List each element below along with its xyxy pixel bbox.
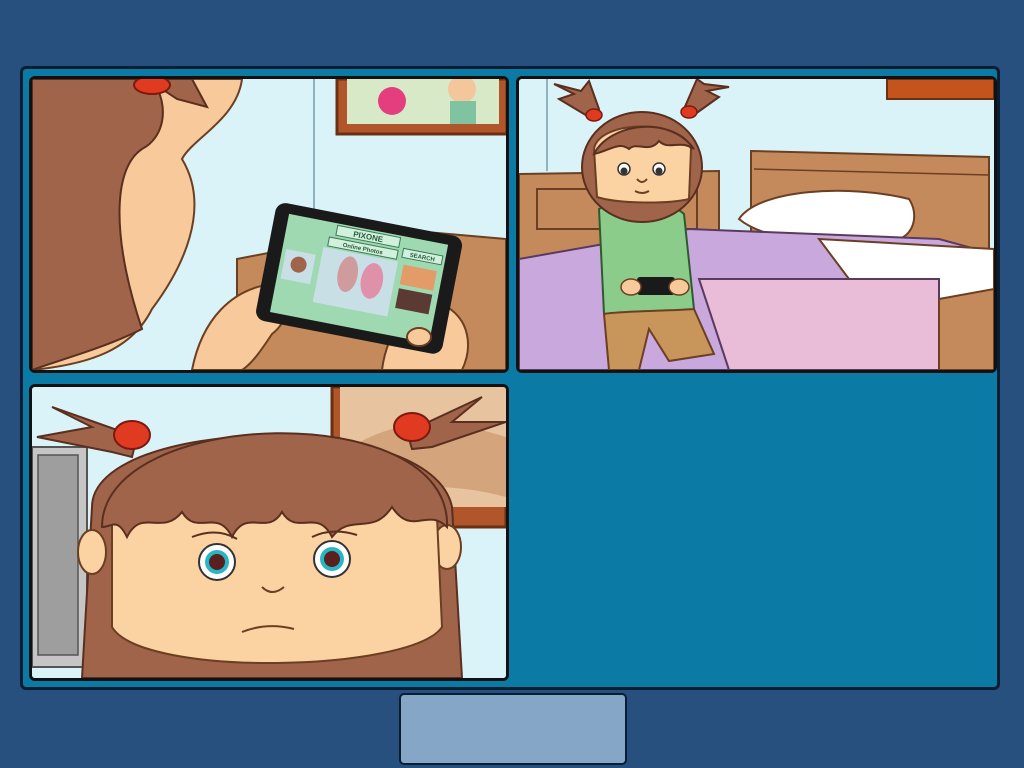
comic-panel-3 (29, 384, 509, 681)
panel-2-illustration (519, 79, 994, 370)
comic-panel-1: PIXONE SEARCH Online Photos (29, 76, 509, 373)
panel-1-illustration: PIXONE SEARCH Online Photos (32, 79, 506, 370)
next-button[interactable] (399, 693, 627, 765)
comic-panel-2 (516, 76, 997, 373)
panel-3-illustration (32, 387, 506, 678)
